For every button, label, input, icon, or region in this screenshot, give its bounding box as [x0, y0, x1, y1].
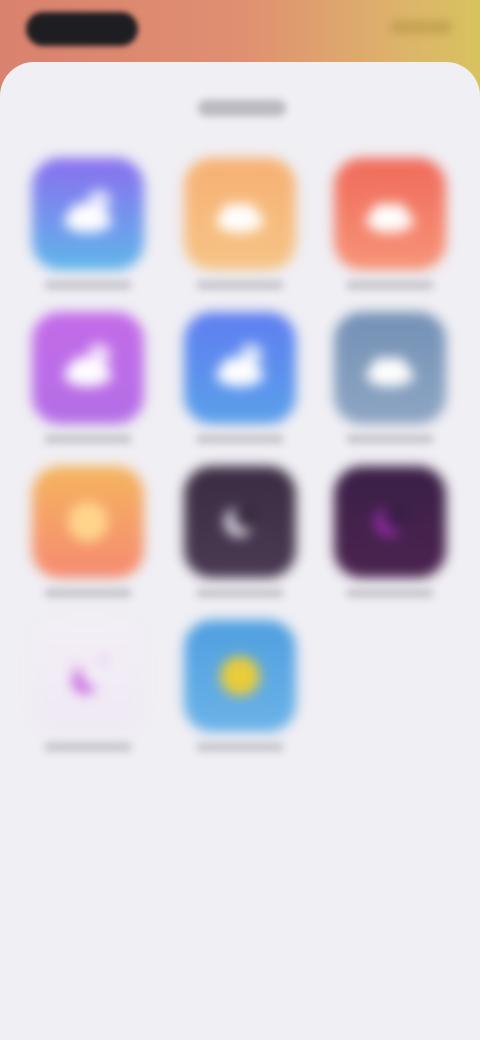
app-icon-label — [334, 584, 446, 598]
app-icon-label — [184, 584, 296, 598]
app-icon-option[interactable] — [32, 158, 144, 290]
app-icon-image — [184, 466, 296, 578]
app-icon-image — [184, 312, 296, 424]
app-icon-option[interactable] — [184, 312, 296, 444]
app-icon-option[interactable] — [32, 312, 144, 444]
app-icon-option[interactable] — [32, 466, 144, 598]
app-icon-image — [32, 158, 144, 270]
cloud-icon — [366, 357, 414, 387]
app-icon-label — [184, 276, 296, 290]
sun-icon — [68, 502, 108, 542]
cloud-moon-icon — [64, 189, 112, 233]
app-icon-image — [32, 312, 144, 424]
app-icon-label — [32, 430, 144, 444]
status-bar — [0, 0, 480, 56]
cloud-moon-icon — [64, 343, 112, 387]
app-icon-image — [334, 466, 446, 578]
app-icon-label — [184, 430, 296, 444]
app-icon-label — [184, 738, 296, 752]
app-icon-option[interactable] — [334, 312, 446, 444]
status-indicators — [390, 20, 452, 34]
cloud-icon — [366, 203, 414, 233]
app-icon-image — [32, 620, 144, 732]
cloud-icon — [216, 203, 264, 233]
icon-picker-sheet — [0, 62, 480, 1040]
app-icon-option[interactable] — [184, 466, 296, 598]
app-icon-image — [32, 466, 144, 578]
app-icon-image — [334, 312, 446, 424]
app-icon-option[interactable] — [184, 620, 296, 752]
app-icon-image — [334, 158, 446, 270]
app-icon-label — [32, 276, 144, 290]
sun-icon — [220, 656, 260, 696]
app-icon-option[interactable] — [32, 620, 144, 752]
app-icon-label — [334, 430, 446, 444]
app-icon-image — [184, 158, 296, 270]
time-pill — [26, 12, 138, 46]
app-icon-option[interactable] — [334, 158, 446, 290]
app-icon-label — [334, 276, 446, 290]
moon-icon — [374, 503, 410, 537]
app-icon-label — [32, 584, 144, 598]
app-icon-image — [184, 620, 296, 732]
icon-grid — [0, 62, 480, 1040]
moon-icon — [224, 503, 260, 537]
app-icon-label — [32, 738, 144, 752]
moon-stars-icon — [70, 658, 106, 694]
cloud-moon-icon — [216, 343, 264, 387]
app-icon-option[interactable] — [334, 466, 446, 598]
app-icon-option[interactable] — [184, 158, 296, 290]
